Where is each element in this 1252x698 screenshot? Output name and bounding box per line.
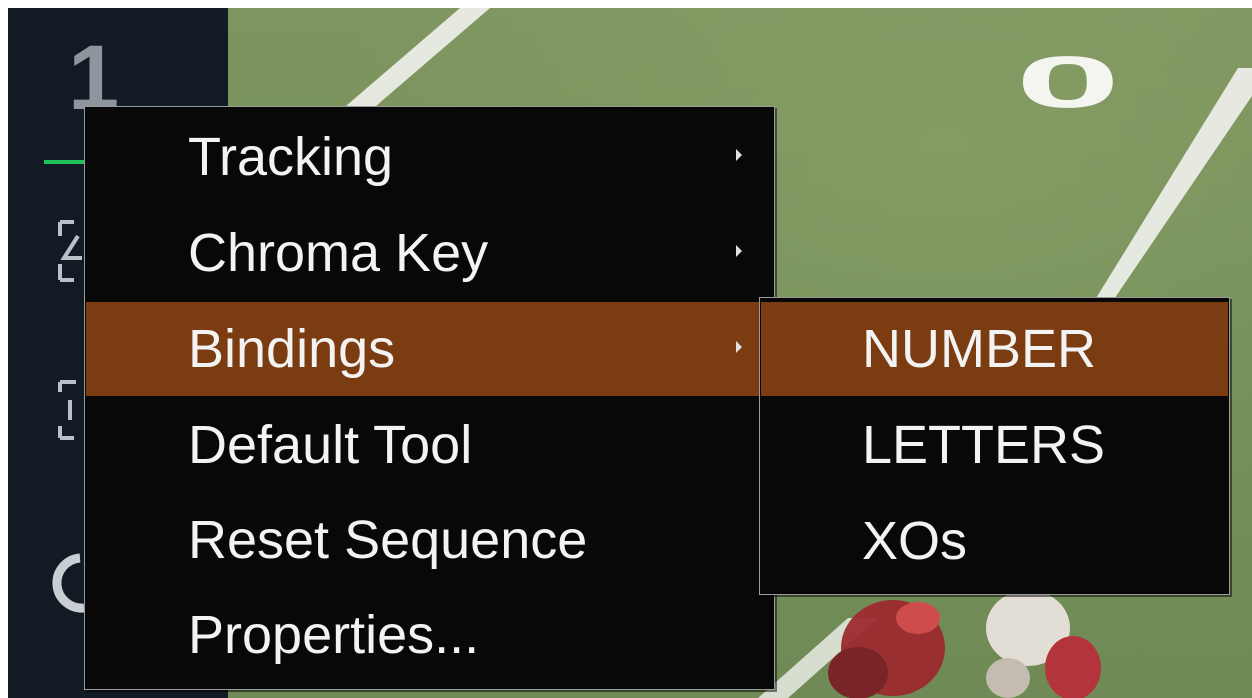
menu-item-bindings[interactable]: Bindings: [86, 302, 773, 396]
submenu-item-xos[interactable]: XOs: [761, 494, 1228, 588]
app-frame: 0 1 Tracking Chroma Key Bindings Default…: [8, 8, 1252, 698]
menu-item-label: Bindings: [188, 319, 396, 379]
menu-item-label: Default Tool: [188, 415, 473, 475]
submenu-item-letters[interactable]: LETTERS: [761, 398, 1228, 492]
submenu-arrow-icon: [736, 341, 742, 353]
context-menu: Tracking Chroma Key Bindings Default Too…: [84, 106, 775, 690]
players: [828, 590, 1101, 698]
submenu-item-label: XOs: [862, 511, 968, 571]
submenu-item-label: NUMBER: [862, 319, 1097, 379]
submenu-item-number[interactable]: NUMBER: [761, 302, 1228, 396]
menu-item-reset-sequence[interactable]: Reset Sequence: [86, 493, 773, 587]
yard-line-left: [332, 8, 490, 118]
menu-item-label: Reset Sequence: [188, 510, 588, 570]
menu-item-tracking[interactable]: Tracking: [86, 110, 773, 204]
menu-item-label: Tracking: [188, 127, 394, 187]
yard-marker-number: 0: [1016, 41, 1121, 123]
menu-item-chroma-key[interactable]: Chroma Key: [86, 206, 773, 300]
submenu-arrow-icon: [736, 245, 742, 257]
bindings-submenu: NUMBER LETTERS XOs: [759, 297, 1230, 595]
menu-item-label: Chroma Key: [188, 223, 489, 283]
submenu-item-label: LETTERS: [862, 415, 1106, 475]
menu-item-default-tool[interactable]: Default Tool: [86, 398, 773, 492]
menu-item-properties[interactable]: Properties...: [86, 588, 773, 682]
menu-item-label: Properties...: [188, 605, 480, 665]
submenu-arrow-icon: [736, 149, 742, 161]
